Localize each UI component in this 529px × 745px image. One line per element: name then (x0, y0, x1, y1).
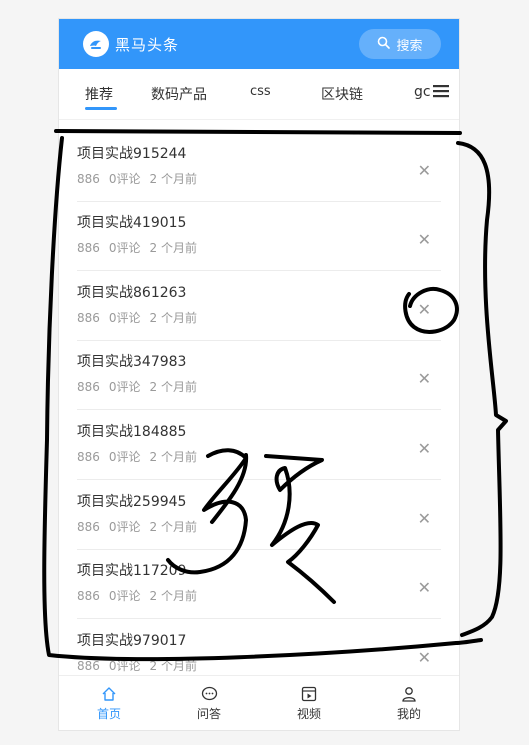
article-title: 项目实战259945 (77, 494, 187, 510)
publish-time: 2 个月前 (149, 659, 197, 673)
comment-count: 0评论 (108, 241, 141, 255)
views-count: 886 (77, 241, 100, 255)
list-item[interactable]: 项目实战184885 886 0评论 2 个月前 ✕ (59, 411, 459, 480)
views-count: 886 (77, 172, 100, 186)
publish-time: 2 个月前 (149, 172, 197, 186)
close-icon[interactable]: ✕ (418, 371, 431, 387)
article-meta: 886 0评论 2 个月前 (77, 170, 206, 187)
close-icon[interactable]: ✕ (418, 441, 431, 457)
user-icon (400, 685, 418, 703)
search-button[interactable]: 搜索 (359, 29, 441, 59)
close-icon[interactable]: ✕ (418, 232, 431, 248)
bottom-navigation: 首页 问答 视频 我的 (59, 675, 459, 730)
list-item[interactable]: 项目实战861263 886 0评论 2 个月前 ✕ (59, 272, 459, 341)
menu-icon[interactable] (431, 82, 451, 100)
article-meta: 886 0评论 2 个月前 (77, 239, 206, 256)
article-title: 项目实战861263 (77, 285, 187, 301)
tab-blockchain[interactable]: 区块链 (321, 84, 363, 104)
tab-digital[interactable]: 数码产品 (151, 84, 207, 104)
article-title: 项目实战979017 (77, 633, 187, 649)
list-item[interactable]: 项目实战419015 886 0评论 2 个月前 ✕ (59, 202, 459, 271)
article-meta: 886 0评论 2 个月前 (77, 518, 206, 535)
views-count: 886 (77, 520, 100, 534)
nav-qa-label: 问答 (196, 706, 221, 721)
article-title: 项目实战117209 (77, 563, 187, 579)
article-meta: 886 0评论 2 个月前 (77, 657, 206, 674)
top-bar: 黑马头条 搜索 (59, 19, 459, 69)
article-title: 项目实战915244 (77, 146, 187, 162)
app-title: 黑马头条 (115, 36, 180, 54)
publish-time: 2 个月前 (149, 241, 197, 255)
search-icon (377, 36, 391, 53)
divider (77, 409, 441, 410)
divider (77, 618, 441, 619)
publish-time: 2 个月前 (149, 380, 197, 394)
channel-tabs: 推荐 数码产品 css 区块链 gc (59, 69, 459, 120)
nav-video-label: 视频 (296, 706, 321, 721)
close-icon[interactable]: ✕ (418, 580, 431, 596)
comment-count: 0评论 (108, 172, 141, 186)
video-icon (300, 685, 318, 703)
article-meta: 886 0评论 2 个月前 (77, 309, 206, 326)
list-item[interactable]: 项目实战915244 886 0评论 2 个月前 ✕ (59, 133, 459, 202)
list-item[interactable]: 项目实战117209 886 0评论 2 个月前 ✕ (59, 550, 459, 619)
publish-time: 2 个月前 (149, 450, 197, 464)
comment-count: 0评论 (108, 380, 141, 394)
list-item[interactable]: 项目实战347983 886 0评论 2 个月前 ✕ (59, 341, 459, 410)
nav-qa[interactable]: 问答 (159, 676, 259, 730)
comment-count: 0评论 (108, 520, 141, 534)
divider (77, 270, 441, 271)
logo-icon (83, 31, 109, 57)
publish-time: 2 个月前 (149, 589, 197, 603)
close-icon[interactable]: ✕ (418, 511, 431, 527)
views-count: 886 (77, 380, 100, 394)
comment-count: 0评论 (108, 589, 141, 603)
close-icon[interactable]: ✕ (418, 302, 431, 318)
nav-video[interactable]: 视频 (259, 676, 359, 730)
search-button-label: 搜索 (396, 38, 423, 54)
article-meta: 886 0评论 2 个月前 (77, 587, 206, 604)
publish-time: 2 个月前 (149, 520, 197, 534)
ink-right-brace (456, 141, 508, 637)
close-icon[interactable]: ✕ (418, 163, 431, 179)
active-tab-indicator (85, 107, 117, 110)
publish-time: 2 个月前 (149, 311, 197, 325)
chat-icon (200, 685, 218, 703)
tab-go[interactable]: gc (414, 84, 431, 100)
app-screen: 黑马头条 搜索 推荐 数码产品 css 区块链 gc 项目实战915244 88… (58, 18, 460, 731)
tab-recommend[interactable]: 推荐 (85, 84, 113, 104)
nav-home[interactable]: 首页 (59, 676, 159, 730)
article-meta: 886 0评论 2 个月前 (77, 448, 206, 465)
divider (77, 479, 441, 480)
list-item[interactable]: 项目实战259945 886 0评论 2 个月前 ✕ (59, 481, 459, 550)
close-icon[interactable]: ✕ (418, 650, 431, 666)
article-title: 项目实战419015 (77, 215, 187, 231)
article-meta: 886 0评论 2 个月前 (77, 378, 206, 395)
views-count: 886 (77, 450, 100, 464)
comment-count: 0评论 (108, 450, 141, 464)
home-icon (100, 685, 118, 703)
comment-count: 0评论 (108, 659, 141, 673)
article-title: 项目实战347983 (77, 354, 187, 370)
views-count: 886 (77, 311, 100, 325)
nav-mine[interactable]: 我的 (359, 676, 459, 730)
views-count: 886 (77, 589, 100, 603)
views-count: 886 (77, 659, 100, 673)
nav-home-label: 首页 (96, 706, 121, 721)
tab-css[interactable]: css (250, 84, 271, 99)
comment-count: 0评论 (108, 311, 141, 325)
nav-mine-label: 我的 (396, 706, 421, 721)
article-title: 项目实战184885 (77, 424, 187, 440)
